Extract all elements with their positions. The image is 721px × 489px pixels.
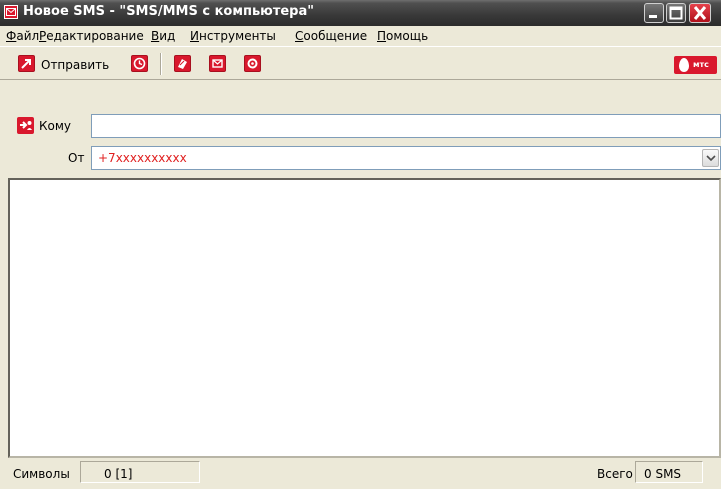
from-value: +7xxxxxxxxxx	[98, 151, 187, 165]
inbox-icon[interactable]	[209, 55, 226, 72]
menu-view[interactable]: Вид	[151, 29, 175, 43]
toolbar-separator	[160, 53, 162, 75]
contacts-icon[interactable]	[174, 55, 191, 72]
close-button[interactable]	[689, 3, 711, 23]
chevron-down-icon	[706, 155, 716, 161]
menu-message[interactable]: Сообщение	[295, 29, 367, 43]
mts-logo-text: мтс	[693, 60, 709, 69]
sms-compose-window: Новое SMS - "SMS/MMS с компьютера" Файл …	[0, 0, 721, 489]
from-select[interactable]: +7xxxxxxxxxx	[91, 146, 721, 170]
minimize-button[interactable]	[644, 3, 664, 23]
send-icon[interactable]	[18, 55, 35, 72]
total-count-box: 0 SMS	[635, 461, 703, 483]
menu-tools[interactable]: Инструменты	[190, 29, 276, 43]
menu-file[interactable]: Файл	[6, 29, 39, 43]
chars-label: Символы	[13, 467, 70, 481]
toolbar: Отправить мтс	[0, 46, 721, 80]
chars-count-box: 0 [1]	[80, 461, 200, 483]
total-label: Всего	[597, 467, 633, 481]
menu-help[interactable]: Помощь	[377, 29, 428, 43]
status-bar: Символы 0 [1] Всего 0 SMS	[0, 458, 721, 489]
menu-edit[interactable]: Редактирование	[39, 29, 144, 43]
window-title: Новое SMS - "SMS/MMS с компьютера"	[23, 4, 315, 19]
total-count: 0 SMS	[644, 467, 682, 481]
mts-logo: мтс	[674, 56, 717, 74]
to-label: Кому	[39, 119, 72, 133]
send-button[interactable]: Отправить	[41, 58, 109, 72]
from-dropdown-button[interactable]	[702, 149, 719, 167]
chars-count: 0 [1]	[104, 467, 133, 481]
menu-bar: Файл Редактирование Вид Инструменты Сооб…	[0, 26, 721, 46]
maximize-button[interactable]	[666, 3, 686, 23]
message-body[interactable]	[8, 178, 721, 458]
envelope-icon	[4, 5, 18, 19]
to-field[interactable]	[91, 114, 721, 138]
mts-egg-icon	[679, 58, 689, 72]
settings-icon[interactable]	[244, 55, 261, 72]
title-bar[interactable]: Новое SMS - "SMS/MMS с компьютера"	[0, 0, 721, 26]
clock-icon[interactable]	[131, 55, 148, 72]
from-label: От	[68, 151, 85, 165]
recipient-icon[interactable]	[17, 117, 34, 134]
